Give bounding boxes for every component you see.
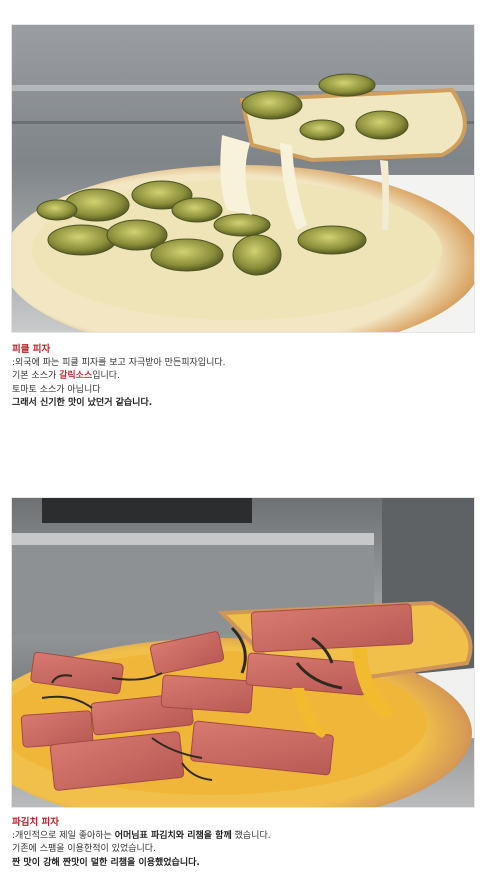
- caption-line: 기존에 스팸을 이용한적이 있었습니다.: [12, 844, 156, 855]
- caption-line: :외국에 파는 피클 피자를 보고 자극받아 만든피자입니다.: [12, 357, 226, 368]
- pickle-pizza-photo: [12, 25, 474, 332]
- caption-line: 토마토 소스가 아닙니다: [12, 384, 101, 395]
- highlight-text: 갈릭소스: [59, 371, 93, 382]
- caption-line: 짠 맛이 강해 짠맛이 덜한 리챔을 이용했었습니다.: [12, 857, 200, 868]
- pickle-pizza-caption: 피클 피자 :외국에 파는 피클 피자를 보고 자극받아 만든피자입니다. 기본…: [12, 343, 226, 411]
- section-title: 파김치 피자: [12, 817, 60, 828]
- caption-line: :개인적으로 제일 좋아하는 어머님표 파김치와 리챔을 함께 했습니다.: [12, 830, 271, 841]
- caption-line: 그래서 신기한 맛이 났던거 같습니다.: [12, 398, 153, 409]
- kimchi-ham-pizza-caption: 파김치 피자 :개인적으로 제일 좋아하는 어머님표 파김치와 리챔을 함께 했…: [12, 816, 271, 870]
- kimchi-ham-pizza-image: [12, 498, 474, 807]
- kimchi-ham-pizza-photo: [12, 498, 474, 807]
- pickle-pizza-image: [12, 25, 474, 332]
- caption-line: 기본 소스가 갈릭소스입니다.: [12, 371, 120, 382]
- highlight-text: 어머님표 파김치와 리챔을 함께: [114, 830, 232, 841]
- section-title: 피클 피자: [12, 344, 51, 355]
